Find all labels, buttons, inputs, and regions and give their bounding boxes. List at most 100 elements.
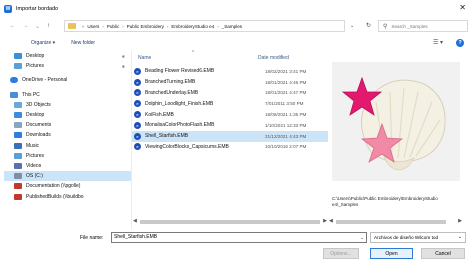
- file-name: Dolphin_Loodlight_Finish.EMB: [145, 100, 214, 107]
- sort-caret-icon: ^: [192, 50, 195, 56]
- list-item[interactable]: e Dolphin_Loodlight_Finish.EMB 7/01/2011…: [132, 98, 328, 109]
- list-item[interactable]: e ViewingColorBlocks_Capsicums.EMB 10/10…: [132, 142, 328, 153]
- column-header-name[interactable]: Name: [138, 53, 151, 63]
- sidebar-item-os-drive[interactable]: OS (C:): [4, 171, 131, 182]
- file-date: 18/02/2021 3:41 PM: [265, 68, 307, 74]
- breadcrumb-separator: ›: [166, 23, 169, 29]
- emb-file-icon: e: [134, 132, 141, 140]
- music-icon: [14, 142, 22, 149]
- file-date: 21/12/2021 4:43 PM: [265, 133, 307, 139]
- list-item-selected[interactable]: e Shell_Starfish.EMB 21/12/2021 4:43 PM: [132, 130, 328, 142]
- sidebar-item-pictures[interactable]: Pictures ✱: [4, 61, 131, 71]
- list-item[interactable]: e Beading Flower Revised6.EMB 18/02/2021…: [132, 66, 328, 77]
- search-input[interactable]: ⚲ Search _Samples: [378, 20, 468, 32]
- command-bar: Organize ▾ New folder ☰ ▾ ?: [0, 35, 473, 51]
- filename-input[interactable]: Shell_Starfish.EMB: [111, 232, 367, 243]
- list-item[interactable]: e BranchedTurning.EMB 18/01/2021 4:46 PM: [132, 77, 328, 88]
- file-list-scrollbar[interactable]: ◀ ▶: [132, 218, 328, 226]
- sidebar-item-label: OS (C:): [26, 173, 43, 180]
- organize-button[interactable]: Organize ▾: [31, 40, 55, 46]
- address-dropdown-icon[interactable]: ⌄: [350, 23, 354, 29]
- drive-icon: [14, 173, 22, 180]
- cancel-button[interactable]: Cancel: [421, 248, 465, 259]
- scroll-left-icon[interactable]: ◀: [133, 218, 137, 224]
- breadcrumb-separator: ›: [122, 23, 124, 29]
- scroll-right-icon[interactable]: ▶: [458, 218, 462, 224]
- sidebar-item-label: PublishedBuilds (\\buildbo: [26, 193, 84, 200]
- 3d-objects-icon: [14, 101, 22, 108]
- open-button[interactable]: Open: [370, 248, 413, 259]
- file-name: Shell_Starfish.EMB: [145, 133, 189, 140]
- sidebar-item-publishedbuilds[interactable]: PublishedBuilds (\\buildbo: [4, 191, 131, 201]
- pictures-icon: [14, 63, 22, 70]
- sidebar-item-downloads[interactable]: Downloads: [4, 130, 131, 140]
- up-arrow-icon[interactable]: ↑: [44, 21, 53, 31]
- sidebar-item-label: Desktop: [26, 112, 45, 119]
- sidebar-item-desktop-pc[interactable]: Desktop: [4, 110, 131, 120]
- sidebar-item-documentation[interactable]: Documentation (\\pgolle): [4, 181, 131, 191]
- scrollbar-thumb[interactable]: [140, 220, 320, 224]
- list-item[interactable]: e BranchedUnderlay.EMB 18/01/2021 4:47 P…: [132, 88, 328, 99]
- file-date: 18/01/2021 4:47 PM: [265, 90, 307, 96]
- emb-file-icon: e: [134, 121, 141, 129]
- videos-icon: [14, 162, 22, 169]
- view-options-icon[interactable]: ☰ ▾: [433, 39, 443, 46]
- title-bar: W Importar bordado ✕: [0, 0, 473, 17]
- breadcrumb-public[interactable]: Public: [107, 24, 120, 29]
- sidebar-item-label: Pictures: [26, 63, 45, 70]
- close-icon[interactable]: ✕: [459, 3, 466, 13]
- list-item[interactable]: e KoiFish.EMB 18/08/2021 1:35 PM: [132, 109, 328, 120]
- emb-file-icon: e: [134, 89, 141, 97]
- sidebar-item-pictures-pc[interactable]: Pictures: [4, 151, 131, 161]
- file-name: KoiFish.EMB: [145, 111, 174, 118]
- sidebar-item-label: OneDrive - Personal: [22, 77, 68, 84]
- desktop-icon: [14, 112, 22, 119]
- scrollbar-thumb[interactable]: [336, 220, 446, 224]
- navigation-bar: ← → ⌄ ↑ « Users › Public › Public Embroi…: [0, 17, 473, 35]
- back-arrow-icon[interactable]: ←: [8, 21, 17, 31]
- preview-scrollbar[interactable]: ◀ ▶: [328, 218, 466, 226]
- sidebar-item-label: This PC: [22, 91, 40, 98]
- navigation-pane: Desktop ✱ Pictures ✱ OneDrive - Personal…: [4, 51, 132, 229]
- breadcrumb-separator: ›: [217, 23, 219, 29]
- sidebar-item-this-pc[interactable]: This PC: [4, 90, 131, 100]
- file-date: 10/10/2016 2:07 PM: [265, 144, 307, 150]
- search-placeholder: Search _Samples: [391, 23, 428, 29]
- documents-icon: [14, 122, 22, 129]
- help-icon[interactable]: ?: [456, 39, 464, 47]
- shell-starfish-image: [341, 76, 446, 171]
- sidebar-item-label: Documentation (\\pgolle): [26, 183, 81, 190]
- new-folder-button[interactable]: New folder: [71, 40, 95, 46]
- file-name: BranchedTurning.EMB: [145, 79, 196, 86]
- sidebar-item-label: 3D Objects: [26, 101, 51, 108]
- breadcrumb-embroiderystudio[interactable]: EmbroideryStudio e4: [171, 24, 214, 29]
- sidebar-item-label: Downloads: [26, 132, 51, 139]
- list-item[interactable]: e MonalisaColorPhotoFlash.EMB 1/10/2021 …: [132, 120, 328, 131]
- filename-label: File name:: [80, 235, 104, 241]
- column-header-date[interactable]: Date modified: [258, 53, 289, 63]
- sidebar-item-label: Desktop: [26, 53, 45, 60]
- options-button[interactable]: Options...: [323, 248, 359, 259]
- sidebar-item-desktop[interactable]: Desktop ✱: [4, 51, 131, 61]
- scroll-right-icon[interactable]: ▶: [323, 218, 327, 224]
- refresh-icon[interactable]: ↻: [366, 22, 371, 29]
- sidebar-item-documents[interactable]: Documents: [4, 120, 131, 130]
- address-bar[interactable]: « Users › Public › Public Embroidery › E…: [64, 20, 345, 32]
- file-date: 18/08/2021 1:35 PM: [265, 112, 307, 118]
- dialog-footer: File name: Shell_Starfish.EMB ⌄ Archivos…: [0, 227, 473, 266]
- filename-dropdown-icon[interactable]: ⌄: [360, 235, 364, 241]
- forward-arrow-icon[interactable]: →: [21, 21, 30, 31]
- breadcrumb-separator: «: [82, 23, 85, 29]
- breadcrumb-samples[interactable]: _Samples: [222, 24, 242, 29]
- scroll-left-icon[interactable]: ◀: [329, 218, 333, 224]
- sidebar-item-music[interactable]: Music: [4, 141, 131, 151]
- sidebar-item-3d-objects[interactable]: 3D Objects: [4, 100, 131, 110]
- computer-icon: [10, 91, 18, 98]
- sidebar-item-videos[interactable]: Videos: [4, 161, 131, 171]
- breadcrumb-users[interactable]: Users: [87, 24, 99, 29]
- breadcrumb-public-embroidery[interactable]: Public Embroidery: [127, 24, 164, 29]
- file-list: ^ Name Date modified e Beading Flower Re…: [132, 50, 328, 229]
- recent-locations-chevron-icon[interactable]: ⌄: [33, 21, 42, 31]
- sidebar-item-onedrive[interactable]: OneDrive - Personal: [4, 75, 131, 85]
- filetype-select[interactable]: Archivos de diseño Wilcom tod ⌄: [370, 232, 466, 243]
